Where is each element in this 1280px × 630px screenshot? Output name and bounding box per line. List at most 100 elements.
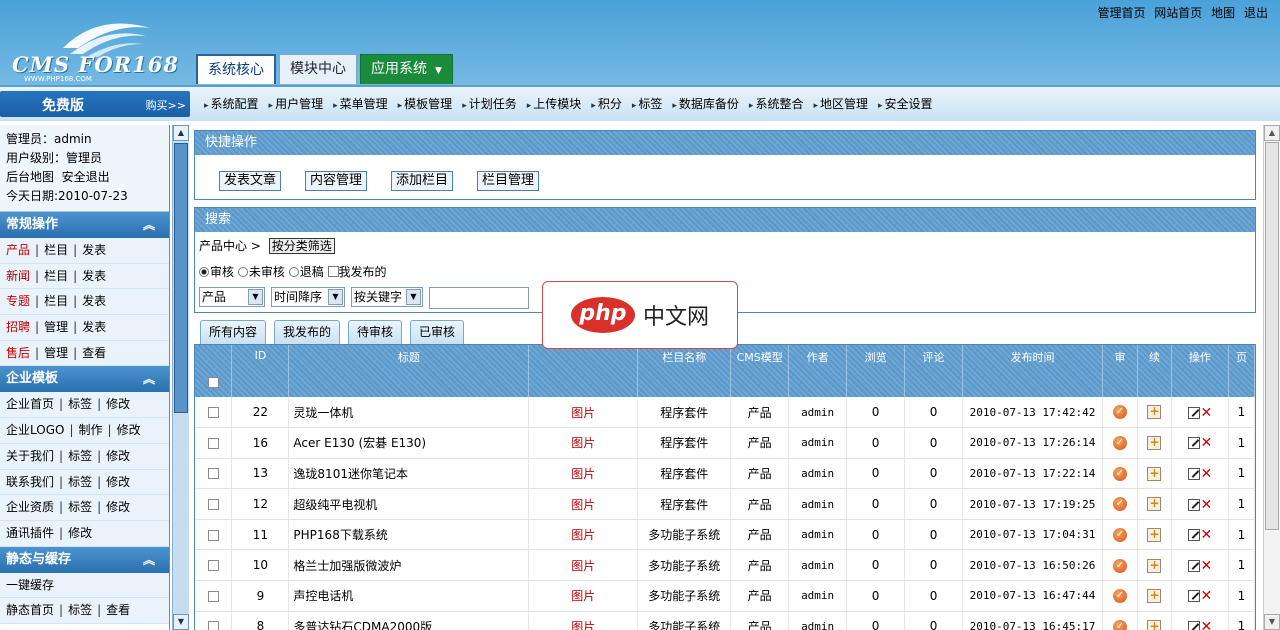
col-model[interactable]: CMS模型 [730, 345, 790, 397]
row-checkbox[interactable] [207, 468, 219, 480]
sidebar-link-qualification[interactable]: 企业资质 [6, 500, 54, 514]
cms-logo[interactable]: CMS FOR168 WWW.PHP168.COM [8, 18, 178, 83]
sidebar-link-publish[interactable]: 发表 [82, 269, 106, 283]
menu-menu-manage[interactable]: 菜单管理 [333, 95, 388, 112]
cell-column[interactable]: 多功能子系统 [637, 549, 732, 582]
cell-title[interactable]: 超级纯平电视机 [288, 488, 530, 520]
sidebar-link-manage[interactable]: 管理 [44, 320, 68, 334]
sidebar-link-edit[interactable]: 修改 [117, 423, 141, 437]
sidebar-link-product[interactable]: 产品 [6, 243, 30, 257]
edit-icon[interactable] [1187, 559, 1200, 572]
delete-icon[interactable]: ✕ [1201, 589, 1213, 603]
sidebar-link-contact[interactable]: 联系我们 [6, 475, 54, 489]
approved-check-icon[interactable]: ✓ [1112, 497, 1127, 512]
sidebar-link-edit[interactable]: 修改 [106, 397, 130, 411]
tab-my-posts[interactable]: 我发布的 [274, 320, 341, 344]
edit-icon[interactable] [1187, 406, 1200, 419]
add-page-icon[interactable] [1147, 558, 1162, 573]
col-column-name[interactable]: 栏目名称 [637, 345, 732, 397]
publish-article-button[interactable]: 发表文章 [219, 171, 282, 191]
sidebar-link-company-logo[interactable]: 企业LOGO [6, 423, 64, 437]
edit-icon[interactable] [1187, 467, 1200, 480]
col-author[interactable]: 作者 [788, 345, 848, 397]
sidebar-link-view[interactable]: 查看 [82, 346, 106, 360]
row-checkbox[interactable] [207, 499, 219, 511]
cell-column[interactable]: 多功能子系统 [637, 611, 732, 630]
sidebar-link-tag[interactable]: 标签 [68, 449, 92, 463]
sidebar-link-column[interactable]: 栏目 [44, 243, 68, 257]
content-manage-button[interactable]: 内容管理 [305, 171, 368, 191]
menu-scheduled-tasks[interactable]: 计划任务 [462, 95, 517, 112]
delete-icon[interactable]: ✕ [1201, 406, 1213, 420]
breadcrumb-product-center[interactable]: 产品中心 [199, 239, 247, 253]
delete-icon[interactable]: ✕ [1201, 559, 1213, 573]
scroll-up-icon[interactable]: ▲ [173, 125, 189, 141]
sidebar-link-publish[interactable]: 发表 [82, 320, 106, 334]
delete-icon[interactable]: ✕ [1201, 528, 1213, 542]
tab-approved[interactable]: 已审核 [410, 320, 465, 344]
sidebar-link-tag[interactable]: 标签 [68, 500, 92, 514]
cell-column[interactable]: 程序套件 [637, 397, 732, 429]
approved-check-icon[interactable]: ✓ [1112, 405, 1127, 420]
backend-map-link[interactable]: 后台地图 [6, 170, 54, 184]
sidebar-link-column[interactable]: 栏目 [44, 269, 68, 283]
page-scrollbar[interactable]: ▲ ▼ [1263, 125, 1280, 630]
collapse-icon[interactable]: ︽ [143, 212, 155, 238]
sidebar-link-about[interactable]: 关于我们 [6, 449, 54, 463]
delete-icon[interactable]: ✕ [1201, 498, 1213, 512]
menu-system-integration[interactable]: 系统整合 [749, 95, 803, 112]
link-map[interactable]: 地图 [1211, 6, 1235, 20]
menu-db-backup[interactable]: 数据库备份 [672, 95, 739, 112]
collapse-icon[interactable]: ︽ [143, 366, 155, 392]
sidebar-link-tag[interactable]: 标签 [68, 603, 92, 617]
buy-link[interactable]: 购买>> [146, 97, 186, 113]
scroll-thumb[interactable] [1265, 142, 1279, 530]
approved-check-icon[interactable]: ✓ [1112, 527, 1127, 542]
section-routine-header[interactable]: 常规操作 ︽ [0, 212, 169, 238]
menu-security-settings[interactable]: 安全设置 [878, 95, 933, 112]
row-checkbox[interactable] [207, 621, 219, 630]
link-logout[interactable]: 退出 [1244, 6, 1268, 20]
approved-check-icon[interactable]: ✓ [1112, 558, 1127, 573]
module-select[interactable]: 产品 ▼ [199, 287, 265, 307]
edit-icon[interactable] [1187, 529, 1200, 542]
menu-region-manage[interactable]: 地区管理 [813, 95, 868, 112]
order-select[interactable]: 时间降序 ▼ [271, 287, 345, 307]
sidebar-link-edit[interactable]: 修改 [106, 475, 130, 489]
col-views[interactable]: 浏览 [846, 345, 906, 397]
sidebar-link-column[interactable]: 栏目 [44, 294, 68, 308]
add-page-icon[interactable] [1147, 588, 1162, 604]
scroll-thumb[interactable] [174, 143, 188, 413]
sidebar-link-edit[interactable]: 修改 [106, 500, 130, 514]
scroll-down-icon[interactable]: ▼ [173, 614, 189, 630]
col-comments[interactable]: 评论 [904, 345, 964, 397]
tab-system-core[interactable]: 系统核心 [196, 54, 276, 84]
cell-title[interactable]: 逸珑8101迷你笔记本 [288, 458, 530, 490]
link-admin-home[interactable]: 管理首页 [1097, 6, 1145, 20]
approved-check-icon[interactable]: ✓ [1112, 436, 1127, 451]
sidebar-link-aftersales[interactable]: 售后 [6, 346, 30, 360]
menu-upload-module[interactable]: 上传模块 [527, 95, 581, 112]
row-checkbox[interactable] [207, 560, 219, 572]
menu-template-manage[interactable]: 模板管理 [398, 95, 452, 112]
sidebar-link-publish[interactable]: 发表 [82, 294, 106, 308]
tab-all-content[interactable]: 所有内容 [200, 320, 267, 344]
edit-icon[interactable] [1187, 498, 1200, 511]
row-checkbox[interactable] [207, 407, 219, 419]
menu-tags[interactable]: 标签 [632, 95, 662, 112]
approved-check-icon[interactable]: ✓ [1112, 589, 1127, 604]
sidebar-link-publish[interactable]: 发表 [82, 243, 106, 257]
section-cache-header[interactable]: 静态与缓存 ︽ [0, 546, 169, 573]
sidebar-link-im-plugin[interactable]: 通讯插件 [6, 526, 54, 540]
sidebar-link-news[interactable]: 新闻 [6, 269, 30, 283]
sidebar-link-make[interactable]: 制作 [79, 423, 103, 437]
add-page-icon[interactable] [1147, 496, 1162, 512]
radio-unapproved[interactable] [237, 267, 248, 277]
approved-check-icon[interactable]: ✓ [1112, 619, 1127, 630]
cell-title[interactable]: 灵珑一体机 [288, 397, 530, 429]
select-all-checkbox[interactable] [207, 376, 219, 388]
tab-module-center[interactable]: 模块中心 [279, 54, 357, 84]
col-id[interactable]: ID [231, 345, 290, 397]
cell-column[interactable]: 程序套件 [637, 458, 732, 490]
menu-points[interactable]: 积分 [591, 95, 622, 112]
